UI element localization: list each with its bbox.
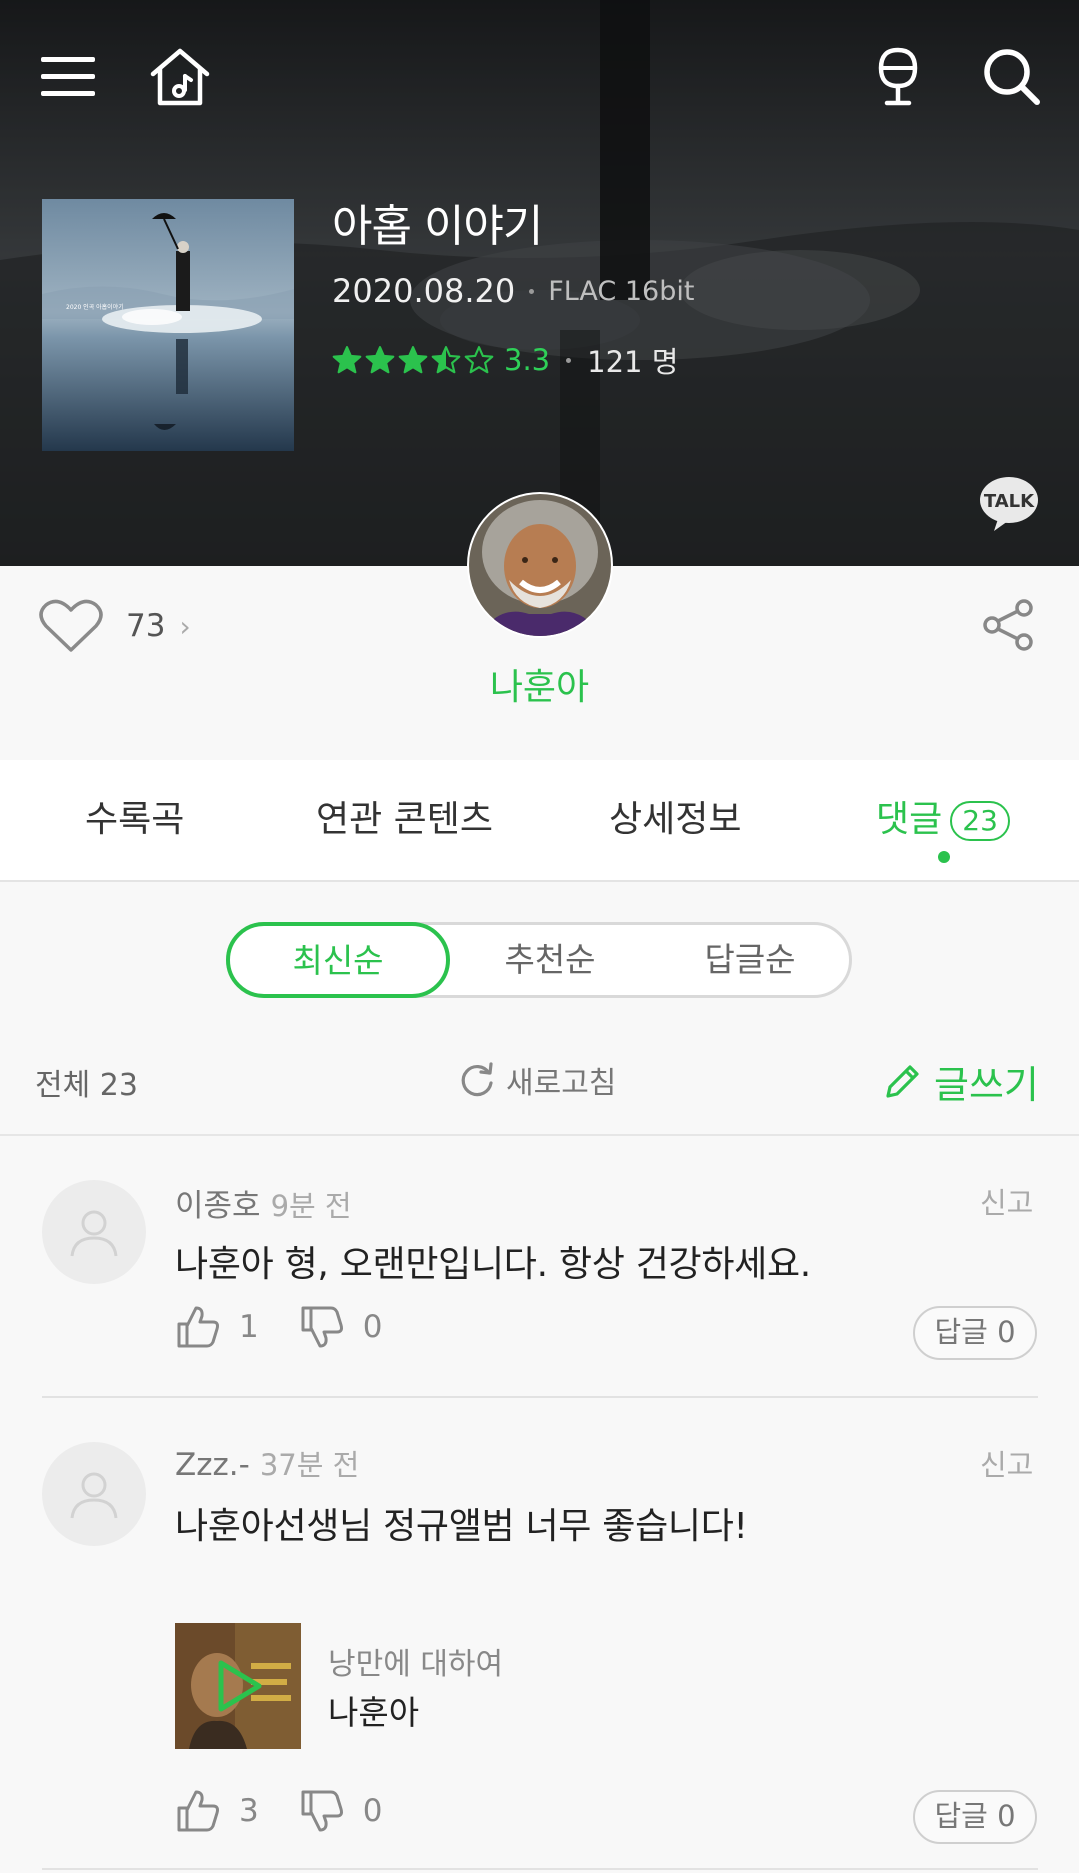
tab-details[interactable]: 상세정보	[609, 790, 741, 842]
comment-username: 이종호	[175, 1188, 261, 1224]
cover-text: 2020 인곡 아홉이야기	[66, 303, 124, 311]
recommend-button[interactable]: 3	[175, 1788, 259, 1834]
song-artist: 나훈아	[328, 1693, 420, 1732]
tab-tracks[interactable]: 수록곡	[85, 790, 184, 842]
reply-button[interactable]: 답글 0	[913, 1790, 1037, 1844]
disapprove-button[interactable]: 0	[299, 1788, 383, 1834]
album-hero: 2020 인곡 아홉이야기 아홉 이야기 2020.08.20 FLAC 16b…	[0, 0, 1079, 566]
comment-item: 이종호 9분 전 신고 나훈아 형, 오랜만입니다. 항상 건강하세요. 1 0 …	[0, 1136, 1079, 1400]
default-user-icon	[70, 1472, 118, 1519]
write-comment-button[interactable]: 글쓰기	[882, 1054, 1039, 1109]
rating-score: 3.3	[504, 343, 551, 377]
comment-list-header: 전체 23 새로고침 글쓰기	[0, 1050, 1079, 1136]
sort-recommended[interactable]: 추천순	[465, 925, 635, 995]
comment-actions: 3 0	[175, 1788, 422, 1834]
share-button[interactable]	[980, 598, 1036, 652]
like-button[interactable]: 73 ›	[38, 598, 191, 654]
comment-text: 나훈아 형, 오랜만입니다. 항상 건강하세요.	[175, 1244, 811, 1285]
album-cover[interactable]: 2020 인곡 아홉이야기	[42, 199, 294, 451]
rating-count: 121 명	[587, 345, 679, 379]
star-icon	[398, 346, 428, 374]
star-icon	[365, 346, 395, 374]
comment-time: 37분 전	[259, 1448, 360, 1482]
rating-separator	[566, 357, 572, 363]
artist-photo[interactable]	[467, 492, 613, 638]
like-count: 1	[239, 1309, 259, 1345]
report-button[interactable]: 신고	[980, 1442, 1033, 1484]
talk-bubble-icon: TALK	[980, 477, 1038, 531]
album-title: 아홉 이야기	[332, 201, 543, 252]
microphone-icon	[878, 47, 918, 106]
music-home-icon	[150, 48, 210, 106]
song-title: 낭만에 대하여	[328, 1647, 504, 1682]
song-thumbnail[interactable]	[175, 1623, 301, 1749]
dislike-count: 0	[362, 1793, 383, 1829]
pencil-icon	[886, 1064, 919, 1098]
comment-divider	[42, 1868, 1038, 1870]
share-icon	[983, 599, 1033, 651]
release-date: 2020.08.20	[332, 272, 516, 310]
menu-icon	[41, 57, 95, 96]
comment-text: 나훈아선생님 정규앨범 너무 좋습니다!	[175, 1506, 748, 1547]
talk-button[interactable]: TALK	[978, 475, 1040, 533]
star-icon	[464, 346, 494, 374]
refresh-button[interactable]: 새로고침	[458, 1058, 616, 1102]
comment-count-badge: 23	[950, 801, 1010, 841]
report-button[interactable]: 신고	[980, 1180, 1033, 1222]
album-rating[interactable]: 3.3 121 명	[332, 339, 678, 381]
thumbs-up-icon	[177, 1306, 219, 1348]
tab-comments[interactable]: 댓글 23	[876, 790, 1010, 842]
home-button[interactable]	[145, 42, 215, 112]
comment-time: 9분 전	[270, 1189, 352, 1223]
dislike-count: 0	[362, 1309, 383, 1345]
thumbs-down-icon	[301, 1790, 343, 1832]
rating-stars	[332, 345, 494, 375]
reply-button[interactable]: 답글 0	[913, 1306, 1037, 1360]
album-meta: 2020.08.20 FLAC 16bit	[332, 272, 694, 310]
play-icon	[218, 1660, 262, 1712]
avatar[interactable]	[42, 1442, 146, 1546]
search-button[interactable]	[977, 42, 1047, 112]
menu-button[interactable]	[34, 42, 104, 112]
chevron-right-icon: ›	[179, 609, 191, 643]
refresh-icon	[461, 1062, 493, 1097]
artist-portrait	[469, 494, 611, 636]
active-tab-indicator	[938, 851, 950, 863]
recommend-button[interactable]: 1	[175, 1304, 259, 1350]
tab-related[interactable]: 연관 콘텐츠	[316, 790, 493, 842]
like-count: 73	[126, 608, 166, 644]
refresh-label: 새로고침	[506, 1066, 617, 1101]
sort-latest[interactable]: 최신순	[226, 922, 450, 998]
default-user-icon	[70, 1210, 118, 1257]
comment-username: Zzz.-	[175, 1447, 250, 1483]
comment-actions: 1 0	[175, 1304, 422, 1350]
thumbs-up-icon	[177, 1790, 219, 1832]
artist-name[interactable]: 나훈아	[0, 658, 1079, 710]
content-tabs: 수록곡 연관 콘텐츠 상세정보 댓글 23	[0, 760, 1079, 882]
tab-comments-label: 댓글	[876, 799, 943, 840]
attached-song-card[interactable]: 낭만에 대하여 나훈아	[175, 1623, 675, 1749]
thumbs-down-icon	[301, 1306, 343, 1348]
talk-label: TALK	[984, 491, 1035, 512]
star-icon	[431, 346, 461, 374]
like-count: 3	[239, 1793, 259, 1829]
search-icon	[984, 49, 1040, 105]
comment-user[interactable]: Zzz.- 37분 전	[175, 1442, 359, 1484]
star-icon	[332, 346, 362, 374]
sort-selector: 최신순 추천순 답글순	[226, 922, 852, 998]
avatar[interactable]	[42, 1180, 146, 1284]
sort-replies[interactable]: 답글순	[665, 925, 835, 995]
write-label: 글쓰기	[934, 1063, 1039, 1107]
disapprove-button[interactable]: 0	[299, 1304, 383, 1350]
mic-button[interactable]	[863, 42, 933, 112]
meta-separator	[529, 288, 535, 294]
album-page: 2020 인곡 아홉이야기 아홉 이야기 2020.08.20 FLAC 16b…	[0, 0, 1079, 1873]
comment-total: 전체 23	[35, 1068, 138, 1103]
comment-user[interactable]: 이종호 9분 전	[175, 1180, 352, 1225]
heart-icon	[39, 599, 103, 652]
album-cover-art: 2020 인곡 아홉이야기	[42, 199, 294, 451]
comment-item: Zzz.- 37분 전 신고 나훈아선생님 정규앨범 너무 좋습니다! 낭만에 …	[0, 1398, 1079, 1873]
audio-format: FLAC 16bit	[548, 275, 695, 307]
